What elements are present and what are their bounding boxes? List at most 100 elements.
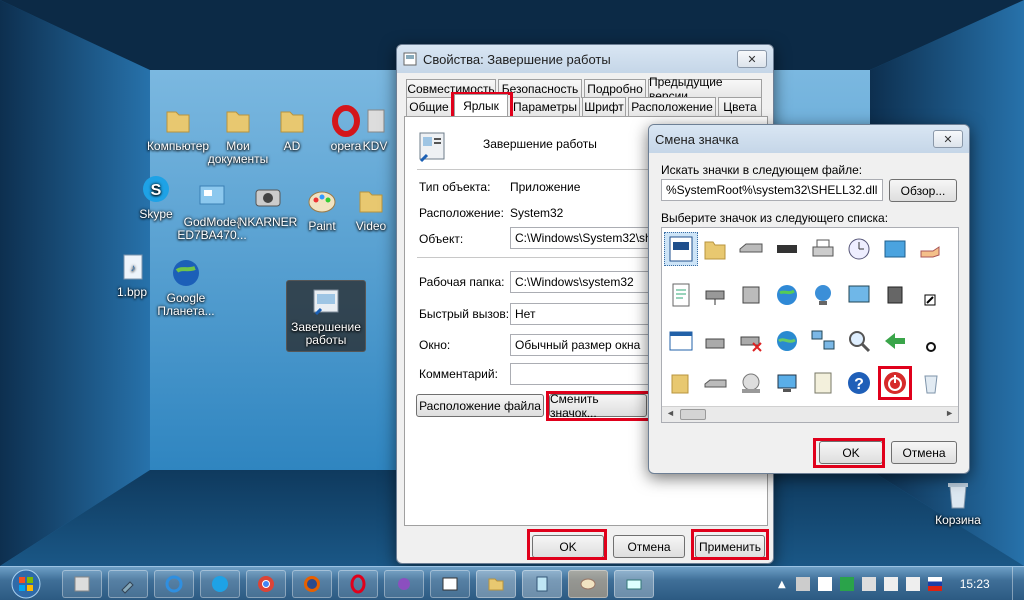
taskbar-media[interactable]	[384, 570, 424, 598]
icon-option[interactable]	[664, 324, 698, 358]
icon-option[interactable]	[842, 324, 876, 358]
icon-file-field[interactable]: %SystemRoot%\system32\SHELL32.dll	[661, 179, 883, 201]
icon-option[interactable]	[806, 278, 840, 312]
icon-option[interactable]	[734, 278, 768, 312]
cancel-button[interactable]: Отмена	[891, 441, 957, 464]
svg-text:♪: ♪	[131, 263, 136, 274]
taskbar-chrome[interactable]	[246, 570, 286, 598]
icon-option[interactable]	[664, 278, 698, 312]
clock-time[interactable]: 15:23	[960, 577, 990, 591]
icon-option[interactable]	[770, 232, 804, 266]
open-file-location-button[interactable]: Расположение файла	[416, 394, 544, 417]
icon-option[interactable]	[878, 232, 912, 266]
icon-option[interactable]	[842, 232, 876, 266]
horizontal-scrollbar[interactable]: ◄ ►	[662, 406, 958, 422]
taskbar-window[interactable]	[430, 570, 470, 598]
cancel-button[interactable]: Отмена	[613, 535, 685, 558]
icon-option[interactable]	[806, 232, 840, 266]
tab-previous-versions[interactable]: Предыдущие версии	[648, 75, 762, 103]
desktop-icon-google-earth[interactable]: Google Планета...	[146, 256, 226, 318]
tab-details[interactable]: Подробно	[584, 79, 646, 98]
taskbar-ie[interactable]	[154, 570, 194, 598]
tab-options[interactable]: Параметры	[510, 97, 580, 116]
computer-icon	[777, 374, 797, 392]
folder-icon	[280, 111, 304, 133]
icon-option[interactable]	[734, 366, 768, 400]
tab-label: Цвета	[723, 100, 757, 114]
icon-option[interactable]	[842, 278, 876, 312]
taskbar-opera[interactable]	[338, 570, 378, 598]
icon-option[interactable]	[664, 366, 698, 400]
firefox-icon	[304, 576, 320, 592]
taskbar-paint[interactable]	[568, 570, 608, 598]
icon-option[interactable]	[770, 324, 804, 358]
folder-icon	[359, 191, 383, 213]
icon-option[interactable]: ?	[842, 366, 876, 400]
tray-flag-icon[interactable]	[861, 577, 876, 591]
language-flag-icon[interactable]	[927, 577, 942, 591]
tab-general[interactable]: Общие	[406, 97, 452, 116]
icon-option[interactable]	[914, 324, 948, 358]
icon-option[interactable]	[698, 366, 732, 400]
taskbar-mail[interactable]	[614, 570, 654, 598]
icon-option[interactable]	[734, 324, 768, 358]
icon-option[interactable]	[734, 232, 768, 266]
icon-option[interactable]	[664, 232, 698, 266]
icon-option[interactable]	[698, 232, 732, 266]
help-icon: ?	[848, 372, 870, 394]
icon-option[interactable]	[914, 232, 948, 266]
tab-label: Расположение	[631, 100, 713, 114]
desktop-icon-recycle-bin[interactable]: Корзина	[918, 478, 998, 527]
icon-option[interactable]	[770, 278, 804, 312]
icon-option[interactable]	[878, 324, 912, 358]
icon-option[interactable]	[806, 324, 840, 358]
chrome-icon	[258, 576, 274, 592]
close-button[interactable]: ✕	[933, 130, 963, 148]
desktop-icon-label: 1.bpp	[116, 285, 148, 299]
start-orb-icon[interactable]	[6, 568, 46, 600]
scroll-right-icon[interactable]: ►	[945, 408, 954, 418]
desktop-icon-label: Завершение работы	[291, 320, 361, 347]
window-icon	[884, 240, 906, 258]
icon-option[interactable]	[770, 366, 804, 400]
tab-font[interactable]: Шрифт	[582, 97, 626, 116]
camera-icon	[255, 189, 281, 207]
scroll-left-icon[interactable]: ◄	[666, 408, 675, 418]
icon-option[interactable]	[698, 324, 732, 358]
tray-expand-icon[interactable]: ▲	[778, 579, 786, 590]
close-button[interactable]: ✕	[737, 50, 767, 68]
taskbar-tools[interactable]	[108, 570, 148, 598]
show-desktop-button[interactable]	[1012, 567, 1024, 600]
icon-option[interactable]	[806, 366, 840, 400]
taskbar-notepad[interactable]	[522, 570, 562, 598]
taskbar-folder[interactable]	[476, 570, 516, 598]
taskbar-explorer[interactable]	[62, 570, 102, 598]
tray-shield-icon[interactable]	[839, 577, 854, 591]
target-label: Объект:	[419, 232, 464, 246]
tab-label: Параметры	[513, 100, 577, 114]
tab-shortcut[interactable]: Ярлык	[454, 94, 508, 116]
highlight-change-icon	[546, 391, 651, 421]
icon-option[interactable]	[914, 366, 948, 400]
tray-volume-icon[interactable]	[905, 577, 920, 591]
browse-button[interactable]: Обзор...	[889, 179, 957, 202]
tray-network-icon[interactable]	[883, 577, 898, 591]
tray-document-icon[interactable]	[817, 577, 832, 591]
desktop-icon-kdv[interactable]: KDV	[355, 104, 395, 153]
media-file-icon: ♪	[123, 254, 143, 280]
tab-layout[interactable]: Расположение	[628, 97, 716, 116]
tray-app-icon[interactable]	[795, 577, 810, 591]
svg-text:S: S	[151, 182, 162, 199]
icon-option[interactable]	[698, 278, 732, 312]
icon-option-selected[interactable]	[878, 366, 912, 400]
icon-option[interactable]	[914, 278, 948, 312]
desktop-icon-label: Video	[355, 219, 387, 233]
tab-colors[interactable]: Цвета	[718, 97, 762, 116]
scrollbar-thumb[interactable]	[680, 409, 706, 420]
taskbar-skype[interactable]	[200, 570, 240, 598]
icon-option[interactable]	[878, 278, 912, 312]
taskbar-firefox[interactable]	[292, 570, 332, 598]
change-icon-titlebar: Смена значка ✕	[649, 125, 969, 153]
icon-list[interactable]: ? ◄ ►	[661, 227, 959, 423]
desktop-icon-shutdown[interactable]: Завершение работы	[286, 280, 366, 352]
